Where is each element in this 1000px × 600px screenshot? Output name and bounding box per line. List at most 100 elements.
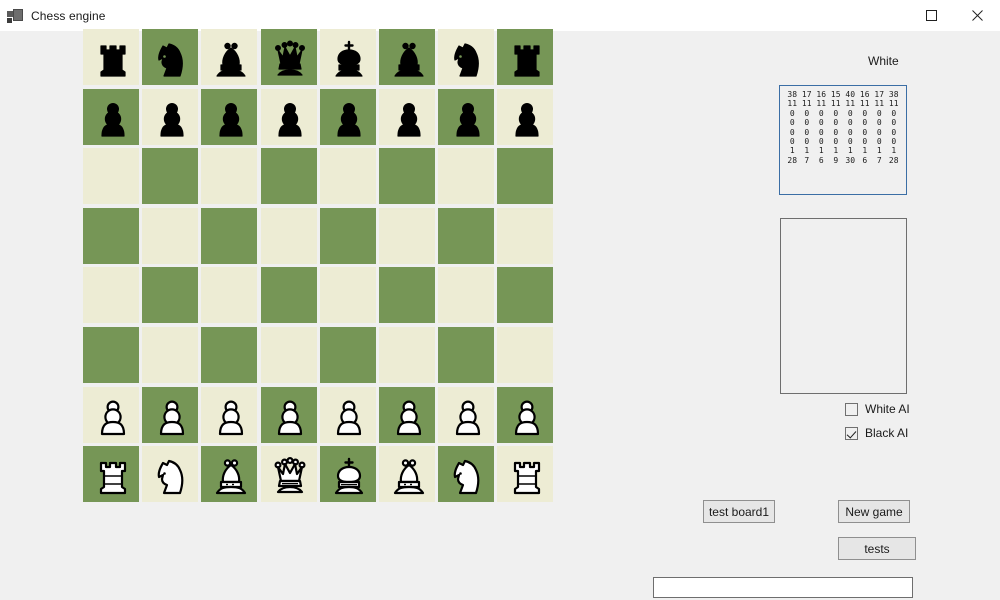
board-square-g5[interactable] [438, 207, 497, 268]
chess-board[interactable] [83, 29, 557, 506]
board-square-h5[interactable] [497, 207, 556, 268]
white-bishop-piece[interactable] [203, 448, 259, 504]
white-pawn-piece[interactable] [85, 388, 141, 444]
board-square-e8[interactable] [319, 29, 379, 89]
test-board1-button[interactable]: test board1 [703, 500, 775, 523]
board-square-b6[interactable] [142, 148, 201, 208]
board-square-d4[interactable] [260, 267, 320, 327]
board-square-b3[interactable] [142, 326, 201, 387]
checkbox-white-ai-box[interactable] [845, 402, 858, 416]
board-square-h4[interactable] [497, 267, 556, 327]
black-rook-piece[interactable] [85, 31, 141, 87]
board-square-c1[interactable] [201, 446, 260, 506]
board-square-h3[interactable] [497, 326, 556, 387]
black-rook-piece[interactable] [499, 31, 555, 87]
move-log-panel[interactable] [780, 218, 907, 394]
new-game-button[interactable]: New game [838, 500, 910, 523]
white-pawn-piece[interactable] [440, 388, 496, 444]
black-pawn-piece[interactable] [144, 90, 200, 146]
board-square-f7[interactable] [378, 88, 438, 149]
board-square-b5[interactable] [142, 207, 201, 268]
board-square-g7[interactable] [438, 88, 497, 149]
black-bishop-piece[interactable] [203, 31, 259, 87]
board-square-h8[interactable] [497, 29, 556, 89]
board-square-h6[interactable] [497, 148, 556, 208]
board-square-e6[interactable] [319, 148, 379, 208]
board-square-h2[interactable] [497, 386, 556, 447]
board-square-b8[interactable] [142, 29, 201, 89]
board-square-f6[interactable] [378, 148, 438, 208]
board-square-e3[interactable] [319, 326, 379, 387]
black-king-piece[interactable] [321, 31, 377, 87]
close-button[interactable] [954, 0, 1000, 31]
board-square-d8[interactable] [260, 29, 320, 89]
white-queen-piece[interactable] [262, 448, 318, 504]
board-square-f5[interactable] [378, 207, 438, 268]
board-square-c7[interactable] [201, 88, 260, 149]
board-square-g6[interactable] [438, 148, 497, 208]
board-square-a1[interactable] [83, 446, 142, 506]
board-square-c8[interactable] [201, 29, 260, 89]
board-square-a8[interactable] [83, 29, 142, 89]
board-square-f2[interactable] [378, 386, 438, 447]
board-square-e5[interactable] [319, 207, 379, 268]
black-pawn-piece[interactable] [499, 90, 555, 146]
board-square-d1[interactable] [260, 446, 320, 506]
command-input[interactable] [653, 577, 913, 598]
board-square-e4[interactable] [319, 267, 379, 327]
board-square-g4[interactable] [438, 267, 497, 327]
white-knight-piece[interactable] [440, 448, 496, 504]
board-square-a7[interactable] [83, 88, 142, 149]
board-square-d5[interactable] [260, 207, 320, 268]
black-knight-piece[interactable] [440, 31, 496, 87]
board-square-a4[interactable] [83, 267, 142, 327]
board-square-e2[interactable] [319, 386, 379, 447]
board-square-b7[interactable] [142, 88, 201, 149]
board-square-g8[interactable] [438, 29, 497, 89]
board-square-g2[interactable] [438, 386, 497, 447]
board-square-f3[interactable] [378, 326, 438, 387]
board-square-a6[interactable] [83, 148, 142, 208]
tests-button[interactable]: tests [838, 537, 916, 560]
black-pawn-piece[interactable] [85, 90, 141, 146]
black-pawn-piece[interactable] [381, 90, 437, 146]
board-square-e1[interactable] [319, 446, 379, 506]
board-square-d2[interactable] [260, 386, 320, 447]
board-square-a5[interactable] [83, 207, 142, 268]
black-pawn-piece[interactable] [440, 90, 496, 146]
board-square-c2[interactable] [201, 386, 260, 447]
board-square-d6[interactable] [260, 148, 320, 208]
board-square-c6[interactable] [201, 148, 260, 208]
white-bishop-piece[interactable] [381, 448, 437, 504]
board-square-f4[interactable] [378, 267, 438, 327]
board-square-a3[interactable] [83, 326, 142, 387]
white-king-piece[interactable] [321, 448, 377, 504]
white-rook-piece[interactable] [499, 448, 555, 504]
board-square-d3[interactable] [260, 326, 320, 387]
board-square-g3[interactable] [438, 326, 497, 387]
board-square-a2[interactable] [83, 386, 142, 447]
black-bishop-piece[interactable] [381, 31, 437, 87]
maximize-button[interactable] [908, 0, 954, 31]
board-square-c5[interactable] [201, 207, 260, 268]
board-square-h7[interactable] [497, 88, 556, 149]
checkbox-black-ai-box[interactable] [845, 426, 858, 440]
board-square-c4[interactable] [201, 267, 260, 327]
board-square-b1[interactable] [142, 446, 201, 506]
board-square-c3[interactable] [201, 326, 260, 387]
board-square-b2[interactable] [142, 386, 201, 447]
white-pawn-piece[interactable] [262, 388, 318, 444]
black-knight-piece[interactable] [144, 31, 200, 87]
board-square-e7[interactable] [319, 88, 379, 149]
white-knight-piece[interactable] [144, 448, 200, 504]
checkbox-white-ai[interactable]: White AI [845, 402, 910, 416]
white-pawn-piece[interactable] [499, 388, 555, 444]
black-pawn-piece[interactable] [321, 90, 377, 146]
white-pawn-piece[interactable] [381, 388, 437, 444]
white-pawn-piece[interactable] [321, 388, 377, 444]
white-pawn-piece[interactable] [203, 388, 259, 444]
board-square-b4[interactable] [142, 267, 201, 327]
black-queen-piece[interactable] [262, 31, 318, 87]
black-pawn-piece[interactable] [203, 90, 259, 146]
board-square-f8[interactable] [378, 29, 438, 89]
